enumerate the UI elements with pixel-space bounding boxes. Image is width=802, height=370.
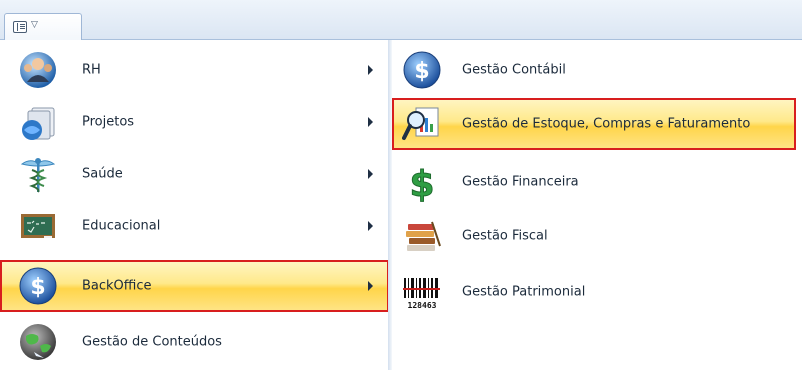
- left-menu-pane: RH Projetos Saúde Educacional $ BackOffi…: [0, 40, 390, 370]
- menu-item-label: BackOffice: [82, 278, 152, 294]
- submenu-item-gestao-patrimonial[interactable]: 128463 Gestão Patrimonial: [392, 266, 802, 318]
- submenu-item-gestao-de-estoque[interactable]: Gestão de Estoque, Compras e Faturamento: [392, 98, 796, 150]
- submenu-pane: $ Gestão Contábil Gestão de Estoque, Com…: [392, 40, 802, 370]
- submenu-item-gestao-contabil[interactable]: $ Gestão Contábil: [392, 44, 802, 96]
- menu-item-backoffice[interactable]: $ BackOffice: [0, 260, 389, 312]
- svg-text:$: $: [409, 164, 434, 202]
- menu-item-saude[interactable]: Saúde: [0, 148, 389, 200]
- submenu-item-gestao-fiscal[interactable]: Gestão Fiscal: [392, 210, 802, 262]
- start-menu: RH Projetos Saúde Educacional $ BackOffi…: [0, 40, 802, 370]
- submenu-item-gestao-financeira[interactable]: $ Gestão Financeira: [392, 156, 802, 208]
- stack-of-books-icon: [406, 221, 441, 251]
- projects-icon: [22, 107, 55, 140]
- menu-item-gestao-de-conteudos[interactable]: Gestão de Conteúdos: [0, 316, 389, 368]
- panel-layout-icon: [13, 21, 27, 33]
- menu-item-label: RH: [82, 62, 101, 78]
- caduceus-icon: [20, 158, 56, 193]
- dollar-coin-icon: $: [19, 267, 57, 305]
- magnifier-chart-icon: [402, 107, 439, 140]
- menu-item-educacional[interactable]: Educacional: [0, 200, 389, 252]
- barcode-icon: 128463: [403, 278, 440, 310]
- menu-item-projetos[interactable]: Projetos: [0, 96, 389, 148]
- submenu-arrow-icon: [368, 65, 373, 75]
- people-globe-icon: [20, 52, 56, 88]
- dollar-coin-icon: $: [403, 51, 441, 89]
- submenu-item-label: Gestão Contábil: [462, 62, 566, 78]
- svg-text:$: $: [414, 59, 429, 84]
- menu-item-label: Projetos: [82, 114, 135, 130]
- submenu-arrow-icon: [368, 281, 373, 291]
- submenu-item-label: Gestão de Estoque, Compras e Faturamento: [462, 116, 751, 132]
- dropdown-caret-icon: ▽: [31, 20, 38, 30]
- submenu-item-label: Gestão Fiscal: [462, 228, 548, 244]
- chalkboard-icon: [21, 214, 55, 238]
- submenu-arrow-icon: [368, 117, 373, 127]
- menu-item-label: Saúde: [82, 166, 123, 182]
- submenu-item-label: Gestão Financeira: [462, 174, 579, 190]
- top-bar: ▽: [0, 0, 802, 41]
- menu-item-label: Gestão de Conteúdos: [82, 334, 222, 350]
- menu-item-rh[interactable]: RH: [0, 44, 389, 96]
- submenu-arrow-icon: [368, 221, 373, 231]
- submenu-item-label: Gestão Patrimonial: [462, 284, 586, 300]
- app-menu-tab[interactable]: ▽: [4, 13, 82, 41]
- globe-icon: [20, 324, 56, 360]
- submenu-arrow-icon: [368, 169, 373, 179]
- barcode-number: 128463: [408, 301, 437, 310]
- dollar-sign-icon: $: [409, 164, 435, 203]
- svg-text:$: $: [30, 275, 45, 300]
- menu-item-label: Educacional: [82, 218, 161, 234]
